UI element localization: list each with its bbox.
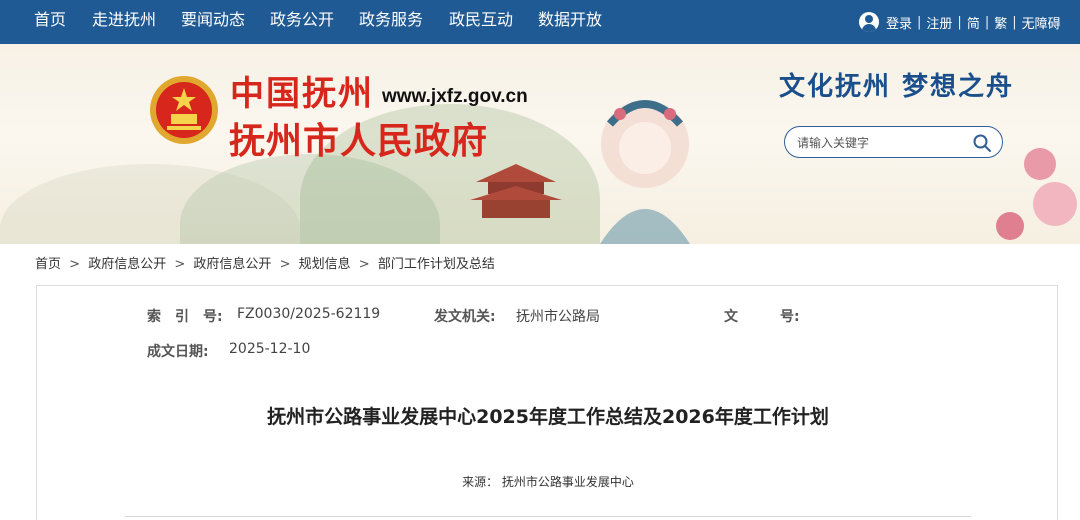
breadcrumb-separator: > [174,257,186,272]
logo-calligraphy: 中国抚州 [230,74,374,114]
breadcrumb-work-plans[interactable]: 部门工作计划及总结 [378,257,495,272]
date-label: 成文日期: [147,344,209,360]
nav-item-about-fuzhou[interactable]: 走进抚州 [92,0,156,44]
breadcrumb-planning[interactable]: 规划信息 [299,257,351,272]
document-number-label: 文 号: [724,309,800,325]
user-icon[interactable] [859,12,879,32]
separator: | [1012,14,1017,30]
login-link[interactable]: 登录 [886,13,912,32]
article-container: 索 引 号: FZ0030/2025-62119 发文机关: 抚州市公路局 文 … [36,285,1058,520]
nav-item-interaction[interactable]: 政民互动 [449,0,513,44]
separator: | [957,14,962,30]
date-value: 2025-12-10 [229,341,311,357]
source-label: 来源： [462,475,499,489]
nav-item-gov-service[interactable]: 政务服务 [359,0,423,44]
accessibility-link[interactable]: 无障碍 [1022,13,1061,32]
issuer-value: 抚州市公路局 [516,309,600,325]
breadcrumb-gov-info-2[interactable]: 政府信息公开 [193,257,271,272]
article-title: 抚州市公路事业发展中心2025年度工作总结及2026年度工作计划 [267,406,829,428]
nav-item-gov-info[interactable]: 政务公开 [270,0,334,44]
nav-item-home[interactable]: 首页 [34,0,66,44]
search-icon[interactable] [972,133,992,153]
separator: | [917,14,922,30]
site-url: www.jxfz.gov.cn [382,86,528,107]
site-name: 抚州市人民政府 [229,121,489,162]
index-number-value: FZ0030/2025-62119 [237,306,381,322]
index-number-label: 索 引 号: [147,309,223,325]
breadcrumb-gov-info[interactable]: 政府信息公开 [88,257,166,272]
header-banner: 中国抚州 www.jxfz.gov.cn 抚州市人民政府 文化抚州 梦想之舟 [0,44,1080,244]
article-source: 来源： 抚州市公路事业发展中心 [37,473,1059,490]
search-box [784,126,1003,158]
national-emblem-icon [150,76,218,144]
opera-figure-illustration [600,100,690,244]
traditional-chinese-link[interactable]: 繁 [994,13,1007,32]
nav-item-news[interactable]: 要闻动态 [181,0,245,44]
breadcrumb-separator: > [358,257,370,272]
search-input[interactable] [797,133,967,153]
breadcrumb-separator: > [279,257,291,272]
breadcrumb: 首页 > 政府信息公开 > 政府信息公开 > 规划信息 > 部门工作计划及总结 [35,253,495,272]
issuer-label: 发文机关: [434,309,496,325]
slogan: 文化抚州 梦想之舟 [779,72,1015,102]
divider [125,516,971,517]
breadcrumb-separator: > [69,257,81,272]
simplified-chinese-link[interactable]: 简 [967,13,980,32]
nav-item-open-data[interactable]: 数据开放 [538,0,602,44]
user-area: 登录 | 注册 | 简 | 繁 | 无障碍 [859,0,1061,44]
source-value: 抚州市公路事业发展中心 [501,475,634,489]
breadcrumb-home[interactable]: 首页 [35,257,61,272]
register-link[interactable]: 注册 [926,13,952,32]
separator: | [984,14,990,30]
top-nav: 首页 走进抚州 要闻动态 政务公开 政务服务 政民互动 数据开放 登录 | 注册… [0,0,1080,44]
